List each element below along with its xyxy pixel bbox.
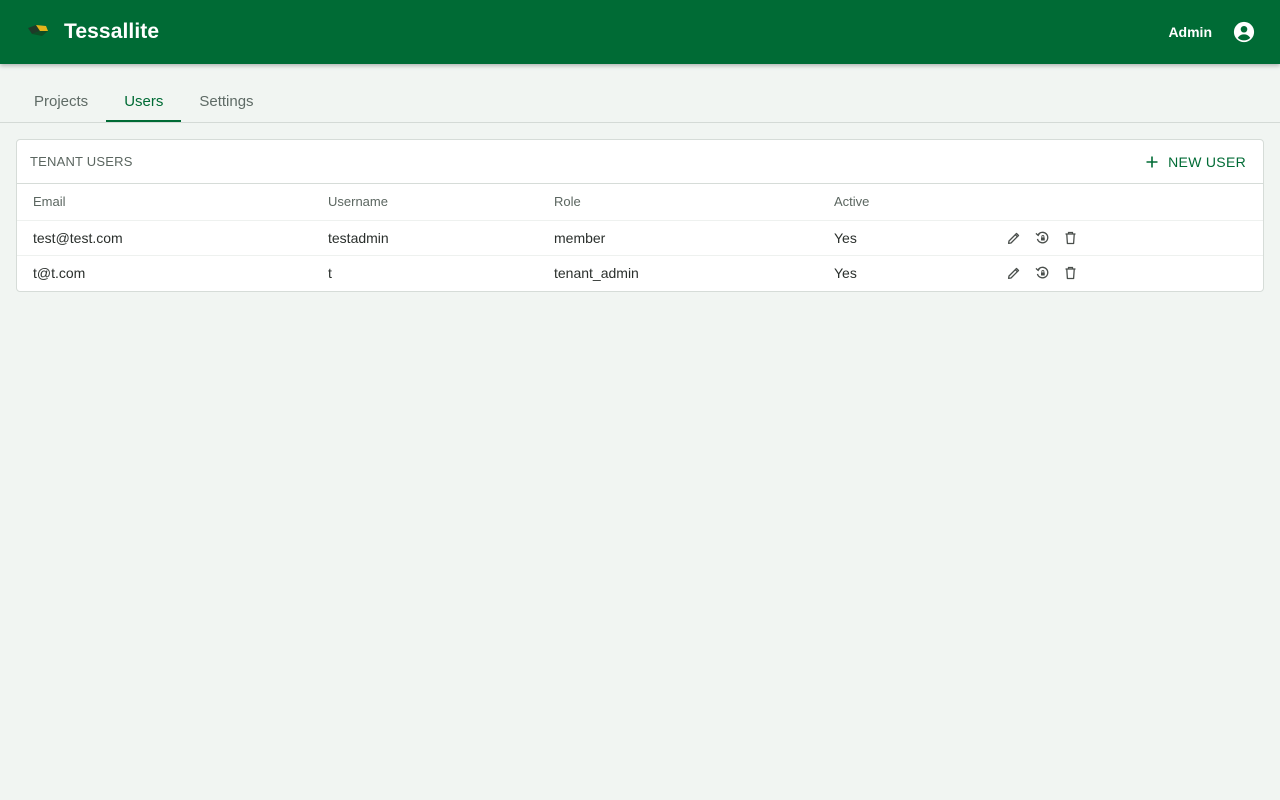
user-role-label[interactable]: Admin — [1168, 24, 1212, 40]
column-header-username[interactable]: Username — [312, 184, 538, 221]
cell-username: testadmin — [312, 220, 538, 256]
cell-username: t — [328, 264, 332, 281]
cell-email: test@test.com — [17, 220, 312, 256]
cell-active: Yes — [834, 264, 857, 281]
edit-icon[interactable] — [1006, 230, 1022, 246]
delete-icon[interactable] — [1062, 265, 1078, 281]
table-row: t@t.com t tenant_admin Yes — [17, 255, 1263, 290]
account-button[interactable] — [1232, 20, 1256, 44]
delete-icon[interactable] — [1062, 230, 1078, 246]
reset-password-icon[interactable] — [1034, 265, 1050, 281]
column-header-active[interactable]: Active — [818, 184, 990, 221]
column-header-email[interactable]: Email — [17, 184, 312, 221]
tessallite-logo-icon — [28, 25, 48, 36]
tab-label: Users — [124, 92, 164, 110]
table-header-row: Email Username Role Active — [17, 184, 1263, 221]
tab-users[interactable]: Users — [106, 80, 182, 122]
cell-actions — [990, 220, 1263, 256]
users-table: Email Username Role Active test@test.com… — [17, 184, 1263, 290]
table-row: test@test.com testadmin member Yes — [17, 220, 1263, 256]
brand[interactable]: Tessallite — [28, 20, 159, 44]
new-user-label: NEW USER — [1168, 153, 1246, 170]
app-bar: Tessallite Admin — [0, 0, 1280, 64]
cell-email: t@t.com — [33, 264, 86, 281]
column-header-role[interactable]: Role — [538, 184, 818, 221]
reset-password-icon[interactable] — [1034, 230, 1050, 246]
cell-active: Yes — [818, 220, 990, 256]
cell-actions — [990, 255, 1263, 290]
tabs-divider — [0, 122, 1280, 123]
cell-role: member — [538, 220, 818, 256]
new-user-button[interactable]: NEW USER — [1146, 154, 1246, 170]
tab-label: Settings — [199, 92, 254, 110]
app-title: Tessallite — [64, 20, 160, 43]
tenant-users-card: TENANT USERS NEW USER Email Username Rol… — [16, 139, 1264, 292]
main-tabs: Projects Users Settings — [16, 80, 272, 122]
column-header-actions — [990, 184, 1263, 221]
cell-role: tenant_admin — [554, 264, 639, 281]
tab-settings[interactable]: Settings — [181, 80, 271, 122]
card-title: TENANT USERS — [30, 154, 133, 169]
tab-projects[interactable]: Projects — [16, 80, 106, 122]
card-header: TENANT USERS NEW USER — [17, 140, 1263, 184]
plus-icon — [1146, 156, 1158, 168]
account-circle-icon — [1233, 21, 1255, 43]
edit-icon[interactable] — [1006, 265, 1022, 281]
tab-label: Projects — [34, 92, 89, 110]
